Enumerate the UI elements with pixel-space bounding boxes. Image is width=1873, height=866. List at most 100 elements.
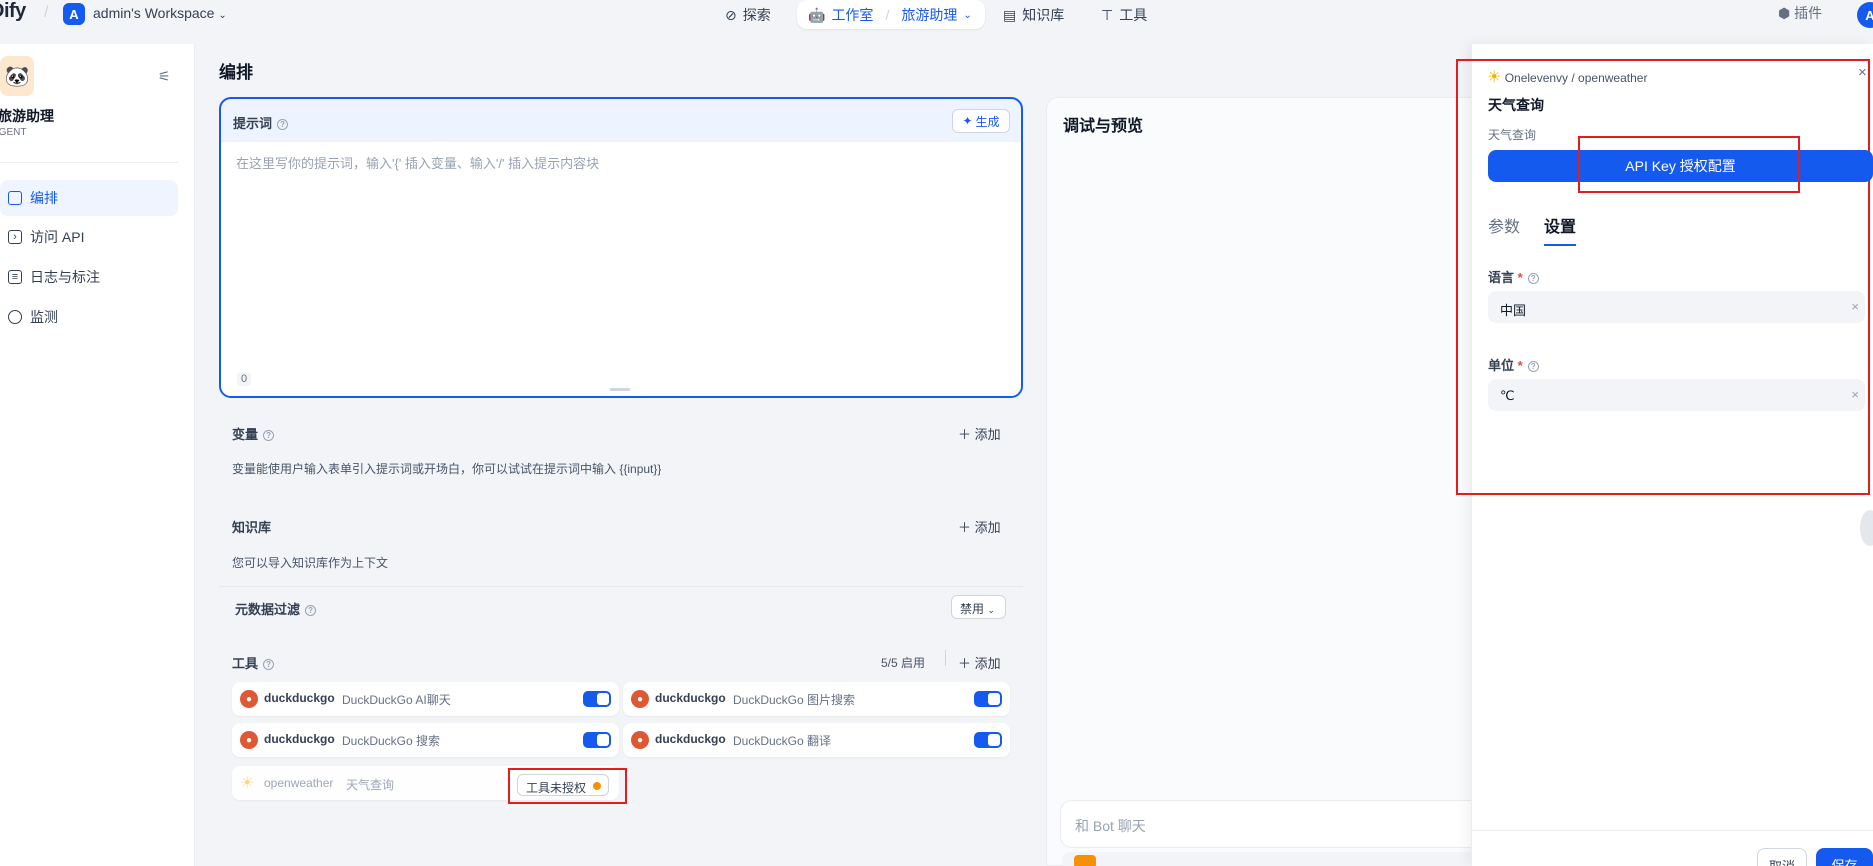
warning-dot (593, 782, 601, 790)
required-mark: * (1517, 270, 1523, 285)
resize-handle[interactable] (610, 388, 630, 391)
tool-toggle[interactable] (583, 732, 611, 748)
tool-description: 天气查询 (1488, 128, 1537, 142)
language-select[interactable]: 中国 × (1488, 291, 1865, 323)
metadata-filter-select[interactable]: 禁用 ⌄ (951, 595, 1006, 619)
nav-explore[interactable]: ⊘ 探索 (725, 2, 771, 28)
tool-toggle[interactable] (974, 732, 1002, 748)
terminal-icon: › (8, 230, 22, 244)
debug-panel (1046, 97, 1486, 866)
help-icon[interactable]: ? (305, 605, 317, 617)
highlight-box (1578, 136, 1800, 193)
add-knowledge-button[interactable]: ＋ 添加 (958, 517, 1001, 536)
sidebar-item-orchestrate[interactable]: 编排 (0, 180, 178, 216)
chat-placeholder: 和 Bot 聊天 (1075, 818, 1146, 834)
suggestion-strip (1062, 852, 1486, 866)
app-icon: 🐼 (0, 56, 34, 96)
tool-provider: duckduckgo (264, 691, 335, 705)
avatar-edge (1860, 510, 1873, 546)
chevron-down-icon: ⌄ (987, 605, 995, 615)
workspace-badge[interactable]: A (63, 3, 85, 25)
save-button[interactable]: 保存 (1816, 848, 1873, 866)
tool-provider: duckduckgo (264, 732, 335, 746)
add-label: 添加 (974, 656, 1001, 671)
unit-select[interactable]: ℃ × (1488, 379, 1865, 411)
generate-button[interactable]: ✦ 生成 (952, 109, 1010, 133)
generate-label: 生成 (975, 114, 1000, 129)
nav-tools-label: 工具 (1119, 7, 1148, 23)
variables-card (219, 407, 1023, 491)
settings-sliders-icon[interactable]: ⚟ (158, 68, 171, 85)
nav-studio-label: 工作室 (831, 7, 874, 23)
unit-value: ℃ (1500, 388, 1515, 403)
clear-icon[interactable]: × (1851, 299, 1859, 314)
prompt-editor[interactable] (221, 142, 1021, 396)
sidebar-item-label: 日志与标注 (30, 269, 100, 285)
sidebar-item-logs[interactable]: ≡ 日志与标注 (0, 259, 178, 295)
cube-icon: ⬢ (1778, 5, 1791, 21)
sidebar-item-label: 访问 API (30, 229, 85, 245)
tool-provider: duckduckgo (655, 732, 726, 746)
language-value: 中国 (1500, 303, 1527, 318)
tab-params[interactable]: 参数 (1488, 213, 1520, 237)
nav-knowledge[interactable]: ▤ 知识库 (1003, 2, 1064, 28)
tool-row[interactable]: ● duckduckgo DuckDuckGo 图片搜索 (623, 682, 1010, 716)
duckduckgo-icon: ● (240, 690, 258, 708)
cancel-button[interactable]: 取消 (1757, 848, 1807, 866)
duckduckgo-icon: ● (631, 731, 649, 749)
unauthorized-badge[interactable]: 工具未授权 (517, 774, 609, 796)
sidebar-item-monitor[interactable]: 监测 (0, 299, 178, 335)
tools-enabled-count: 5/5 启用 (881, 656, 926, 670)
workspace-switcher[interactable]: admin's Workspace ⌄ (93, 5, 227, 21)
chevron-down-icon: ⌄ (218, 10, 227, 21)
nav-explore-label: 探索 (742, 7, 771, 23)
char-count: 0 (237, 372, 252, 386)
tool-row[interactable]: ● duckduckgo DuckDuckGo 翻译 (623, 723, 1010, 757)
tool-toggle[interactable] (974, 691, 1002, 707)
plugins-button[interactable]: ⬢ 插件 (1778, 3, 1822, 23)
tool-row[interactable]: ● duckduckgo DuckDuckGo 搜索 (232, 723, 619, 757)
tool-name: DuckDuckGo 搜索 (342, 734, 441, 748)
tool-provider: openweather (264, 776, 334, 790)
sidebar-item-label: 监测 (30, 309, 58, 325)
divider (219, 586, 1023, 587)
prompt-label: 提示词? (233, 113, 289, 132)
chat-input[interactable]: 和 Bot 聊天 (1060, 800, 1486, 848)
help-icon[interactable]: ? (263, 430, 275, 442)
divider (945, 650, 946, 666)
tool-provider: duckduckgo (655, 691, 726, 705)
nav-knowledge-label: 知识库 (1022, 7, 1065, 23)
nav-app-label[interactable]: 旅游助理 (901, 5, 957, 25)
robot-icon: 🤖 (808, 6, 826, 23)
clear-icon[interactable]: × (1851, 387, 1859, 402)
tool-name: DuckDuckGo 翻译 (733, 734, 832, 748)
add-label: 添加 (974, 520, 1001, 535)
tool-name: DuckDuckGo 图片搜索 (733, 693, 856, 707)
required-mark: * (1517, 358, 1523, 373)
tool-title: 天气查询 (1488, 97, 1544, 113)
chevron-down-icon: ⌄ (963, 9, 972, 21)
nav-tools[interactable]: ⊤ 工具 (1101, 2, 1147, 28)
layout-icon (8, 191, 22, 205)
close-icon[interactable]: × (1858, 64, 1867, 81)
variables-title: 变量? (232, 424, 275, 443)
tool-toggle[interactable] (583, 691, 611, 707)
help-icon[interactable]: ? (277, 119, 289, 131)
help-icon[interactable]: ? (1527, 361, 1539, 373)
knowledge-title: 知识库 (232, 520, 272, 535)
knowledge-desc: 您可以导入知识库作为上下文 (232, 556, 389, 570)
nav-studio[interactable]: 🤖 工作室 / 旅游助理 ⌄ (808, 2, 972, 28)
tab-settings[interactable]: 设置 (1544, 213, 1576, 237)
app-name: 旅游助理 (0, 108, 54, 124)
sun-icon: ☀ (240, 775, 255, 792)
tool-row[interactable]: ● duckduckgo DuckDuckGo AI聊天 (232, 682, 619, 716)
help-icon[interactable]: ? (263, 659, 275, 671)
add-variable-button[interactable]: ＋ 添加 (958, 424, 1001, 443)
help-icon[interactable]: ? (1527, 273, 1539, 285)
field-label-unit: 单位 *? (1488, 355, 1539, 374)
dify-logo[interactable]: Dify (0, 0, 26, 23)
sidebar-item-api[interactable]: › 访问 API (0, 219, 178, 255)
separator: / (885, 7, 890, 23)
debug-title: 调试与预览 (1063, 118, 1144, 135)
add-tool-button[interactable]: ＋ 添加 (958, 653, 1001, 672)
